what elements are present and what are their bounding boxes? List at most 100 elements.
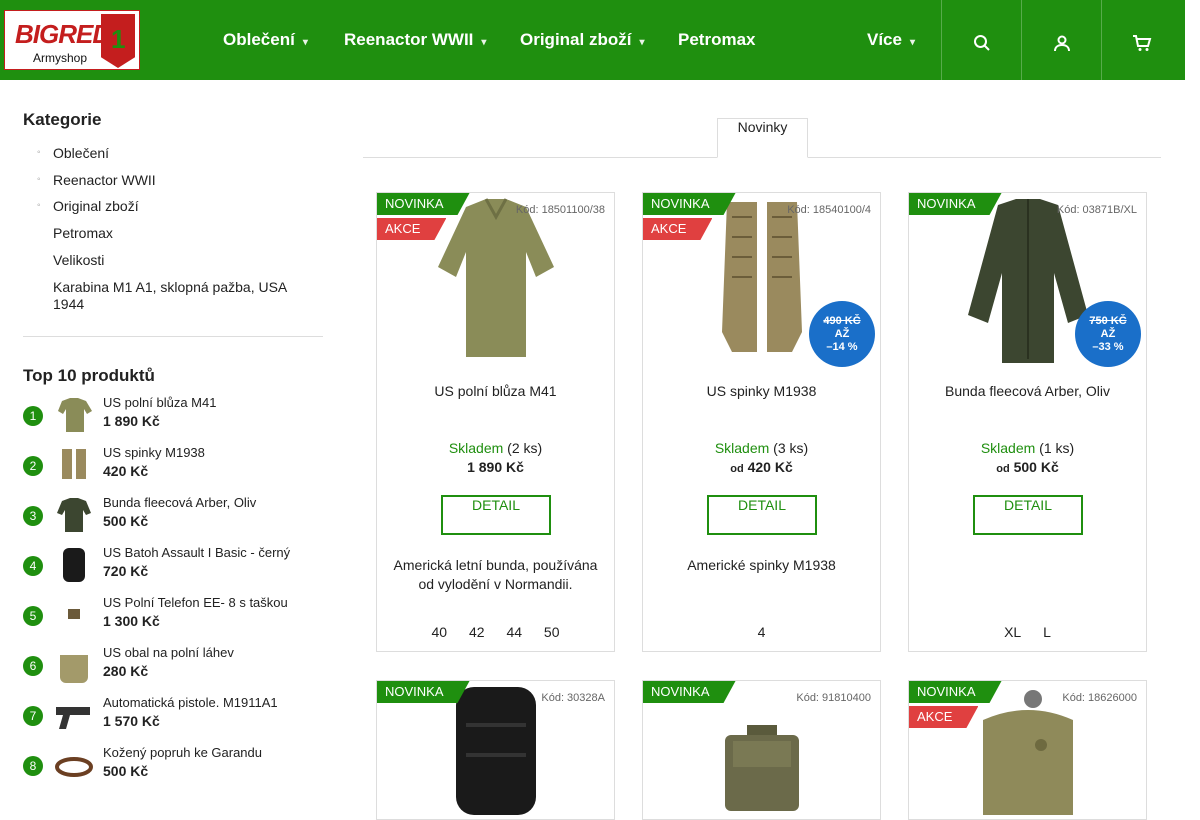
product-code: Kód: 91810400 (796, 692, 871, 704)
detail-button[interactable]: DETAIL (707, 495, 817, 535)
size-option[interactable]: 4 (758, 624, 766, 640)
stock-qty: (3 ks) (773, 440, 809, 456)
top-product-name: US polní blůza M41 (103, 395, 217, 410)
category-karabina[interactable]: Karabina M1 A1, sklopná pažba, USA 1944 (53, 279, 313, 313)
chevron-down-icon: ▾ (639, 37, 645, 48)
product-card[interactable]: NOVINKA AKCE Kód: 18540100/4 490 KČ AŽ –… (642, 192, 881, 652)
search-button[interactable] (941, 0, 1021, 80)
sale-flag: AKCE (377, 218, 446, 240)
product-thumbnail (55, 757, 93, 777)
top-product-price: 500 Kč (103, 513, 149, 529)
price-prefix: od (730, 463, 744, 475)
rank-badge: 3 (23, 506, 43, 526)
badge-label: AŽ (1100, 328, 1116, 340)
account-button[interactable] (1021, 0, 1101, 80)
product-code: Kód: 30328A (541, 692, 605, 704)
detail-button[interactable]: DETAIL (441, 495, 551, 535)
product-thumbnail (56, 707, 90, 729)
size-option[interactable]: 50 (544, 624, 560, 640)
top-product-row[interactable]: 5 US Polní Telefon EE- 8 s taškou 1 300 … (23, 595, 323, 645)
top-product-row[interactable]: 6 US obal na polní láhev 280 Kč (23, 645, 323, 695)
price-value: 500 Kč (1013, 459, 1059, 475)
top-product-row[interactable]: 3 Bunda fleecová Arber, Oliv 500 Kč (23, 495, 323, 545)
size-option[interactable]: 40 (432, 624, 448, 640)
new-flag: NOVINKA (377, 681, 470, 703)
top-product-row[interactable]: 7 Automatická pistole. M1911A1 1 570 Kč (23, 695, 323, 745)
top-product-price: 1 570 Kč (103, 713, 160, 729)
cart-button[interactable] (1101, 0, 1181, 80)
rank-badge: 2 (23, 456, 43, 476)
product-card[interactable]: NOVINKA Kód: 30328A (376, 680, 615, 820)
product-card[interactable]: NOVINKA AKCE Kód: 18501100/38 US polní b… (376, 192, 615, 652)
product-card[interactable]: NOVINKA Kód: 03871B/XL 750 KČ AŽ –33 % B… (908, 192, 1147, 652)
bullet-icon: ◦ (37, 200, 41, 211)
product-card[interactable]: NOVINKA AKCE Kód: 18626000 (908, 680, 1147, 820)
bullet-icon: ◦ (37, 174, 41, 185)
new-flag: NOVINKA (909, 193, 1002, 215)
detail-button[interactable]: DETAIL (973, 495, 1083, 535)
new-flag: NOVINKA (643, 681, 736, 703)
top-product-name: US obal na polní láhev (103, 645, 234, 660)
product-code: Kód: 18540100/4 (787, 204, 871, 216)
nav-item-petromax[interactable]: Petromax (678, 30, 755, 50)
nav-item-obleceni[interactable]: Oblečení ▾ (223, 30, 308, 50)
nav-label: Oblečení (223, 30, 295, 49)
user-icon (1053, 35, 1070, 52)
size-option[interactable]: L (1043, 624, 1051, 640)
category-petromax[interactable]: Petromax (53, 225, 313, 242)
header-bar: BIGRED Armyshop 1 Oblečení ▾ Reenactor WW… (0, 0, 1185, 80)
stock-status: Skladem (1 ks) (909, 440, 1146, 456)
stock-status: Skladem (2 ks) (377, 440, 614, 456)
product-description: Americké spinky M1938 (687, 557, 836, 573)
nav-item-reenactor[interactable]: Reenactor WWII ▾ (344, 30, 486, 50)
product-thumbnail (68, 609, 80, 619)
category-reenactor[interactable]: Reenactor WWII (53, 172, 313, 189)
product-name[interactable]: Bunda fleecová Arber, Oliv (909, 383, 1146, 399)
top-product-name: US Batoh Assault I Basic - černý (103, 545, 291, 560)
sale-flag: AKCE (909, 706, 978, 728)
rank-badge: 6 (23, 656, 43, 676)
nav-item-more[interactable]: Více ▾ (867, 30, 915, 50)
top-products-title: Top 10 produktů (23, 366, 155, 385)
size-option[interactable]: 42 (469, 624, 485, 640)
top-product-row[interactable]: 2 US spinky M1938 420 Kč (23, 445, 323, 495)
product-image (724, 725, 799, 811)
product-thumbnail (62, 449, 86, 479)
badge-label: AŽ (834, 328, 850, 340)
nav-label: Original zboží (520, 30, 632, 49)
sale-flag: AKCE (643, 218, 712, 240)
old-price: 750 KČ (1089, 315, 1127, 327)
nav-label: Petromax (678, 30, 756, 49)
size-list: XL L (909, 624, 1146, 640)
product-name[interactable]: US spinky M1938 (643, 383, 880, 399)
size-list: 4 (643, 624, 880, 640)
product-card[interactable]: NOVINKA Kód: 91810400 (642, 680, 881, 820)
top-product-row[interactable]: 4 US Batoh Assault I Basic - černý 720 K… (23, 545, 323, 595)
size-list: 40 42 44 50 (377, 624, 614, 640)
tab-novinky[interactable]: Novinky (717, 118, 808, 158)
chevron-down-icon: ▾ (302, 37, 308, 48)
product-name[interactable]: US polní blůza M41 (377, 383, 614, 399)
product-code: Kód: 03871B/XL (1056, 204, 1137, 216)
price-value: 1 890 Kč (467, 459, 524, 475)
category-obleceni[interactable]: Oblečení (53, 145, 313, 162)
cart-icon (1132, 35, 1151, 52)
top-product-name: US Polní Telefon EE- 8 s taškou (103, 595, 288, 610)
stock-label: Skladem (714, 440, 770, 456)
top-product-row[interactable]: 8 Kožený popruh ke Garandu 500 Kč (23, 745, 323, 795)
categories-title: Kategorie (23, 110, 102, 129)
top-product-row[interactable]: 1 US polní blůza M41 1 890 Kč (23, 395, 323, 445)
category-original[interactable]: Original zboží (53, 198, 313, 215)
product-price: od 420 Kč (643, 459, 880, 475)
rank-badge: 1 (23, 406, 43, 426)
nav-label: Více (867, 30, 902, 49)
price-prefix: od (996, 463, 1010, 475)
size-option[interactable]: 44 (506, 624, 522, 640)
product-thumbnail (60, 655, 88, 683)
category-velikosti[interactable]: Velikosti (53, 252, 313, 269)
site-logo[interactable]: BIGRED Armyshop 1 (4, 10, 140, 70)
stock-qty: (1 ks) (1039, 440, 1075, 456)
product-image (455, 687, 536, 815)
size-option[interactable]: XL (1004, 624, 1021, 640)
nav-item-original[interactable]: Original zboží ▾ (520, 30, 644, 50)
